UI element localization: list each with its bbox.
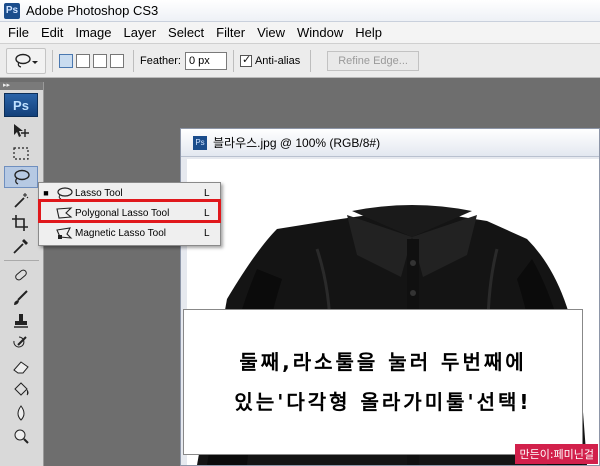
move-tool-icon[interactable] — [4, 120, 38, 142]
menu-file[interactable]: File — [2, 23, 35, 43]
menu-window[interactable]: Window — [291, 23, 349, 43]
intersect-selection-button[interactable] — [110, 53, 124, 68]
menu-layer[interactable]: Layer — [118, 23, 163, 43]
refine-edge-button[interactable]: Refine Edge... — [327, 50, 419, 71]
feather-input[interactable] — [184, 51, 227, 70]
menu-edit[interactable]: Edit — [35, 23, 69, 43]
paint-bucket-tool-icon[interactable] — [4, 379, 38, 401]
annotation-line-1: 둘째,라소툴을 눌러 두번째에 — [239, 350, 527, 374]
flyout-item-label: Magnetic Lasso Tool — [75, 227, 166, 239]
antialias-label: Anti-alias — [254, 54, 301, 67]
lasso-icon — [53, 186, 75, 200]
flyout-item-magnetic-lasso[interactable]: Magnetic Lasso Tool L — [39, 223, 220, 243]
annotation-line-2: 있는'다각형 올라가미툴'선택! — [234, 390, 532, 414]
separator — [232, 49, 234, 72]
panel-collapse-handle[interactable]: ▸▸ — [0, 82, 43, 90]
eraser-tool-icon[interactable] — [4, 356, 38, 378]
separator — [310, 49, 312, 72]
marquee-tool-icon[interactable] — [4, 143, 38, 165]
shortcut-key: L — [204, 227, 210, 239]
crop-tool-icon[interactable] — [4, 212, 38, 234]
blur-tool-icon[interactable] — [4, 402, 38, 424]
menu-image[interactable]: Image — [69, 23, 117, 43]
clone-stamp-tool-icon[interactable] — [4, 310, 38, 332]
add-to-selection-button[interactable] — [76, 53, 90, 68]
magnetic-lasso-icon — [53, 226, 75, 240]
history-brush-tool-icon[interactable] — [4, 333, 38, 355]
document-title: 블라우스.jpg @ 100% (RGB/8#) — [213, 136, 381, 150]
separator — [52, 49, 53, 72]
healing-brush-tool-icon[interactable] — [4, 264, 38, 286]
photoshop-logo: Ps — [4, 93, 38, 117]
instruction-annotation: 둘째,라소툴을 눌러 두번째에 있는'다각형 올라가미툴'선택! — [183, 309, 583, 455]
polygonal-lasso-highlight — [38, 199, 221, 223]
separator — [133, 49, 134, 72]
shortcut-key: L — [204, 187, 210, 199]
menu-select[interactable]: Select — [162, 23, 210, 43]
separator — [4, 260, 39, 261]
tool-preset-picker[interactable] — [6, 47, 46, 74]
app-title: Adobe Photoshop CS3 — [26, 3, 159, 18]
antialias-checkbox[interactable] — [239, 53, 252, 67]
menu-view[interactable]: View — [251, 23, 291, 43]
selected-bullet-icon: ■ — [43, 188, 49, 198]
eyedropper-tool-icon[interactable] — [4, 235, 38, 257]
author-watermark: 만든이:페미닌걸 — [515, 444, 598, 464]
lasso-tool-icon[interactable] — [4, 166, 38, 188]
tools-panel: ▸▸ Ps — [0, 82, 44, 466]
document-title-bar[interactable]: Ps 블라우스.jpg @ 100% (RGB/8#) — [181, 129, 599, 157]
magic-wand-tool-icon[interactable] — [4, 189, 38, 211]
title-bar: Ps Adobe Photoshop CS3 — [0, 0, 600, 22]
dodge-tool-icon[interactable] — [4, 425, 38, 447]
lasso-icon — [15, 53, 38, 68]
subtract-from-selection-button[interactable] — [93, 53, 107, 68]
photoshop-app-icon: Ps — [4, 2, 20, 19]
brush-tool-icon[interactable] — [4, 287, 38, 309]
feather-label: Feather: — [140, 54, 181, 67]
document-icon: Ps — [193, 135, 207, 150]
new-selection-button[interactable] — [59, 53, 73, 68]
menu-filter[interactable]: Filter — [210, 23, 251, 43]
flyout-item-label: Lasso Tool — [75, 187, 123, 199]
options-bar: Feather: Anti-alias Refine Edge... — [0, 44, 600, 78]
menu-help[interactable]: Help — [349, 23, 388, 43]
menu-bar: File Edit Image Layer Select Filter View… — [0, 22, 600, 44]
